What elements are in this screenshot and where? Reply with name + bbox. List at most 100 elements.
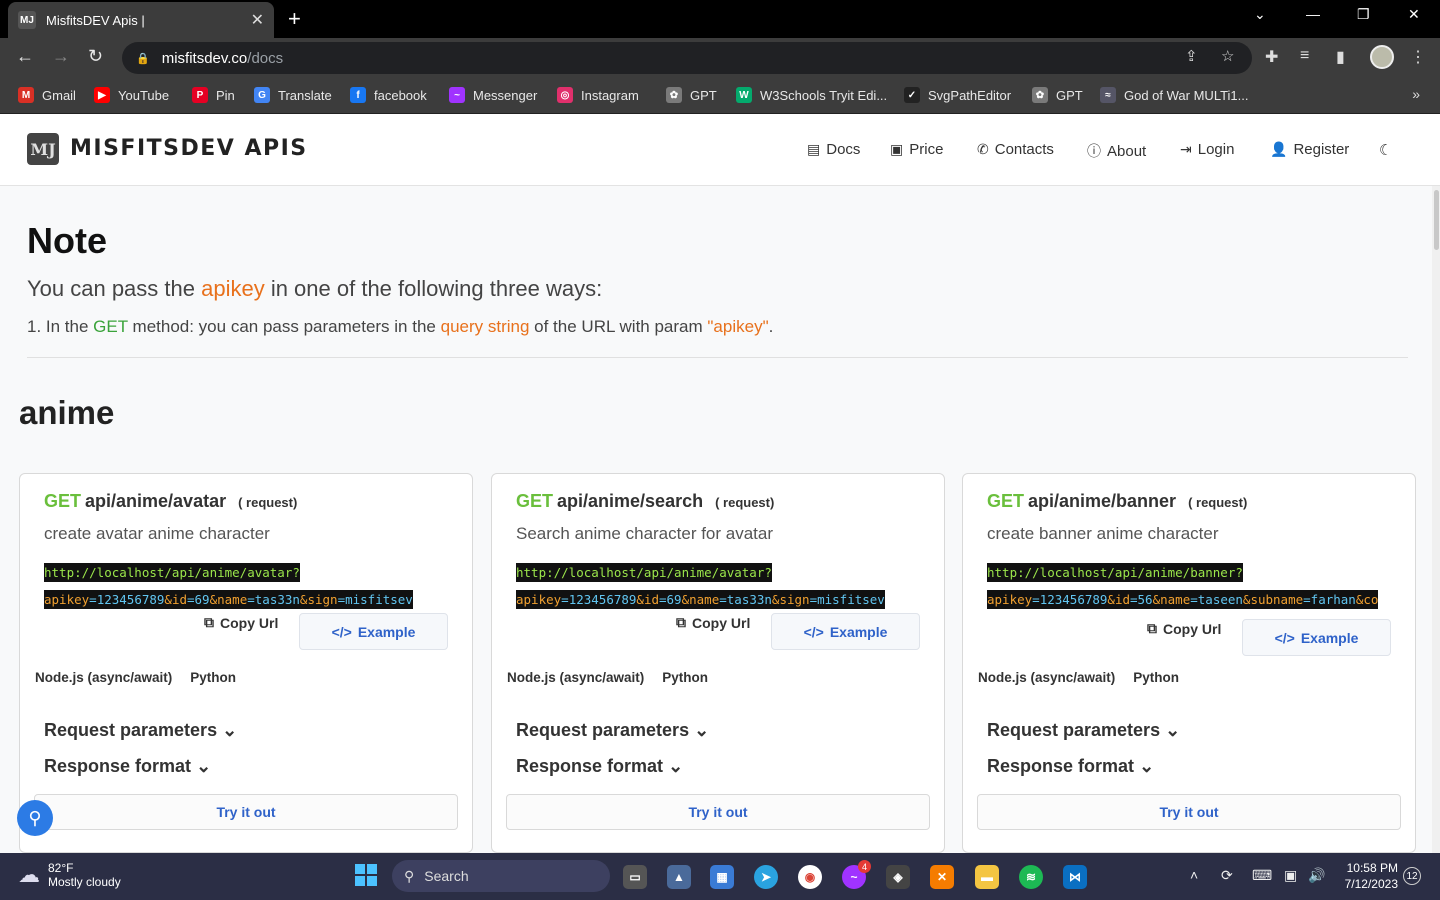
windows-start-icon[interactable] bbox=[355, 864, 377, 886]
chrome-icon[interactable]: ◉ bbox=[798, 865, 822, 889]
forward-icon[interactable]: → bbox=[52, 46, 70, 67]
minimize-icon[interactable]: — bbox=[1306, 6, 1320, 22]
response-format-toggle[interactable]: Response format ⌄ bbox=[516, 756, 683, 777]
new-tab-icon[interactable]: + bbox=[288, 6, 301, 32]
url-path: /docs bbox=[247, 49, 284, 67]
tab-search-chevron-icon[interactable]: ⌄ bbox=[1254, 6, 1266, 23]
media-control-icon[interactable]: ≡ bbox=[1300, 47, 1309, 65]
money-icon: ▣ bbox=[890, 141, 904, 157]
nav-price[interactable]: ▣ Price bbox=[890, 141, 943, 158]
example-button[interactable]: </> Example bbox=[299, 613, 448, 650]
browser-tab-active[interactable]: MJ MisfitsDEV Apis | ✕ bbox=[8, 2, 274, 38]
bookmark-label: Translate bbox=[278, 87, 332, 103]
tab-python[interactable]: Python bbox=[1133, 670, 1179, 685]
reload-icon[interactable]: ↻ bbox=[88, 46, 103, 67]
page-scrollbar-thumb[interactable] bbox=[1434, 190, 1439, 250]
request-parameters-toggle[interactable]: Request parameters ⌄ bbox=[44, 720, 237, 741]
address-bar[interactable]: 🔒 misfitsdev.co/docs bbox=[122, 42, 1252, 74]
site-brand[interactable]: MISFITSDEV APIS bbox=[70, 136, 308, 161]
keyboard-icon[interactable]: ⌨ bbox=[1252, 867, 1272, 884]
search-fab-icon[interactable]: ⚲ bbox=[17, 800, 53, 836]
store-icon[interactable]: ▦ bbox=[710, 865, 734, 889]
endpoint-description: create avatar anime character bbox=[44, 524, 270, 543]
try-it-out-button[interactable]: Try it out bbox=[506, 794, 930, 830]
profile-avatar-icon[interactable] bbox=[1370, 45, 1394, 69]
bookmark-item[interactable]: ▶ YouTube bbox=[94, 87, 169, 103]
endpoint-title: GET api/anime/search ( request) bbox=[516, 491, 774, 512]
weather-widget[interactable]: ☁ 82°F Mostly cloudy bbox=[18, 861, 121, 889]
volume-icon[interactable]: 🔊 bbox=[1308, 867, 1325, 884]
url-param-key: apikey bbox=[516, 590, 562, 609]
network-icon[interactable]: ▣ bbox=[1284, 867, 1297, 884]
bookmark-item[interactable]: M Gmail bbox=[18, 87, 76, 103]
bookmark-item[interactable]: W W3Schools Tryit Edi... bbox=[736, 87, 887, 103]
http-method: GET bbox=[516, 491, 554, 511]
tab-nodejs[interactable]: Node.js (async/await) bbox=[978, 670, 1115, 685]
response-format-toggle[interactable]: Response format ⌄ bbox=[44, 756, 211, 777]
request-parameters-toggle[interactable]: Request parameters ⌄ bbox=[987, 720, 1180, 741]
back-icon[interactable]: ← bbox=[16, 46, 34, 67]
bookmark-item[interactable]: ✿ GPT bbox=[666, 87, 717, 103]
bookmark-item[interactable]: ~ Messenger bbox=[449, 87, 537, 103]
site-logo-icon[interactable]: MJ bbox=[27, 133, 59, 165]
response-format-toggle[interactable]: Response format ⌄ bbox=[987, 756, 1154, 777]
endpoint-description: create banner anime character bbox=[987, 524, 1219, 543]
nav-about[interactable]: ⓘ About bbox=[1087, 141, 1146, 161]
copy-url-button[interactable]: ⧉ Copy Url bbox=[204, 614, 278, 631]
nav-docs[interactable]: ▤ Docs bbox=[807, 141, 860, 158]
request-parameters-toggle[interactable]: Request parameters ⌄ bbox=[516, 720, 709, 741]
endpoint-card: GET api/anime/avatar ( request) create avat… bbox=[19, 473, 473, 853]
bookmark-star-icon[interactable]: ☆ bbox=[1221, 47, 1234, 65]
bookmark-item[interactable]: ✓ SvgPathEditor bbox=[904, 87, 1011, 103]
xampp-icon[interactable]: ✕ bbox=[930, 865, 954, 889]
extensions-icon[interactable]: ✚ bbox=[1265, 47, 1278, 67]
copy-url-button[interactable]: ⧉ Copy Url bbox=[676, 614, 750, 631]
theme-toggle-moon-icon[interactable]: ☾ bbox=[1379, 141, 1392, 159]
side-panel-icon[interactable]: ▮ bbox=[1336, 47, 1345, 67]
tab-python[interactable]: Python bbox=[662, 670, 708, 685]
bookmark-item[interactable]: G Translate bbox=[254, 87, 332, 103]
example-button[interactable]: </> Example bbox=[1242, 619, 1391, 656]
url-param-key: &co bbox=[1355, 590, 1379, 609]
request-parameters-label: Request parameters bbox=[987, 720, 1161, 740]
task-view-icon[interactable]: ▭ bbox=[623, 865, 647, 889]
tab-python[interactable]: Python bbox=[190, 670, 236, 685]
try-it-out-button[interactable]: Try it out bbox=[977, 794, 1401, 830]
bookmark-item[interactable]: P Pin bbox=[192, 87, 235, 103]
unity-icon[interactable]: ◈ bbox=[886, 865, 910, 889]
system-clock[interactable]: 10:58 PM 7/12/2023 bbox=[1338, 860, 1398, 892]
taskbar-search[interactable]: ⚲ Search bbox=[392, 860, 610, 892]
page-scrollbar[interactable] bbox=[1432, 186, 1440, 853]
bookmark-item[interactable]: ✿ GPT bbox=[1032, 87, 1083, 103]
try-it-out-button[interactable]: Try it out bbox=[34, 794, 458, 830]
share-icon[interactable]: ⇪ bbox=[1185, 47, 1198, 65]
bookmark-label: Messenger bbox=[473, 87, 538, 103]
vscode-icon[interactable]: ⋈ bbox=[1063, 865, 1087, 889]
sync-icon[interactable]: ⟳ bbox=[1221, 867, 1233, 884]
url-param-key: &id bbox=[1107, 590, 1130, 609]
tab-close-icon[interactable]: ✕ bbox=[251, 10, 264, 30]
tray-chevron-icon[interactable]: ˄ bbox=[1190, 867, 1198, 883]
nav-login[interactable]: ⇥ Login bbox=[1180, 141, 1234, 158]
restore-icon[interactable]: ❐ bbox=[1357, 6, 1370, 23]
tab-nodejs[interactable]: Node.js (async/await) bbox=[35, 670, 172, 685]
url-param-key: &name bbox=[1152, 590, 1191, 609]
chrome-menu-icon[interactable]: ⋮ bbox=[1410, 47, 1426, 67]
telegram-icon[interactable]: ➤ bbox=[754, 865, 778, 889]
phone-icon: ✆ bbox=[977, 141, 989, 157]
window-close-icon[interactable]: ✕ bbox=[1408, 6, 1420, 23]
spotify-icon[interactable]: ≋ bbox=[1019, 865, 1043, 889]
nav-label: About bbox=[1107, 142, 1147, 160]
photos-icon[interactable]: ▲ bbox=[667, 865, 691, 889]
file-explorer-icon[interactable]: ▬ bbox=[975, 865, 999, 889]
bookmark-item[interactable]: ◎ Instagram bbox=[557, 87, 639, 103]
bookmark-item[interactable]: ≈ God of War MULTi1... bbox=[1100, 87, 1249, 103]
example-button[interactable]: </> Example bbox=[771, 613, 920, 650]
notification-badge[interactable]: 12 bbox=[1403, 867, 1421, 885]
nav-contacts[interactable]: ✆ Contacts bbox=[977, 141, 1054, 158]
bookmark-item[interactable]: f facebook bbox=[350, 87, 427, 103]
bookmarks-more-icon[interactable]: » bbox=[1412, 86, 1420, 102]
copy-url-button[interactable]: ⧉ Copy Url bbox=[1147, 620, 1221, 637]
tab-nodejs[interactable]: Node.js (async/await) bbox=[507, 670, 644, 685]
nav-register[interactable]: 👤 Register bbox=[1270, 141, 1349, 158]
